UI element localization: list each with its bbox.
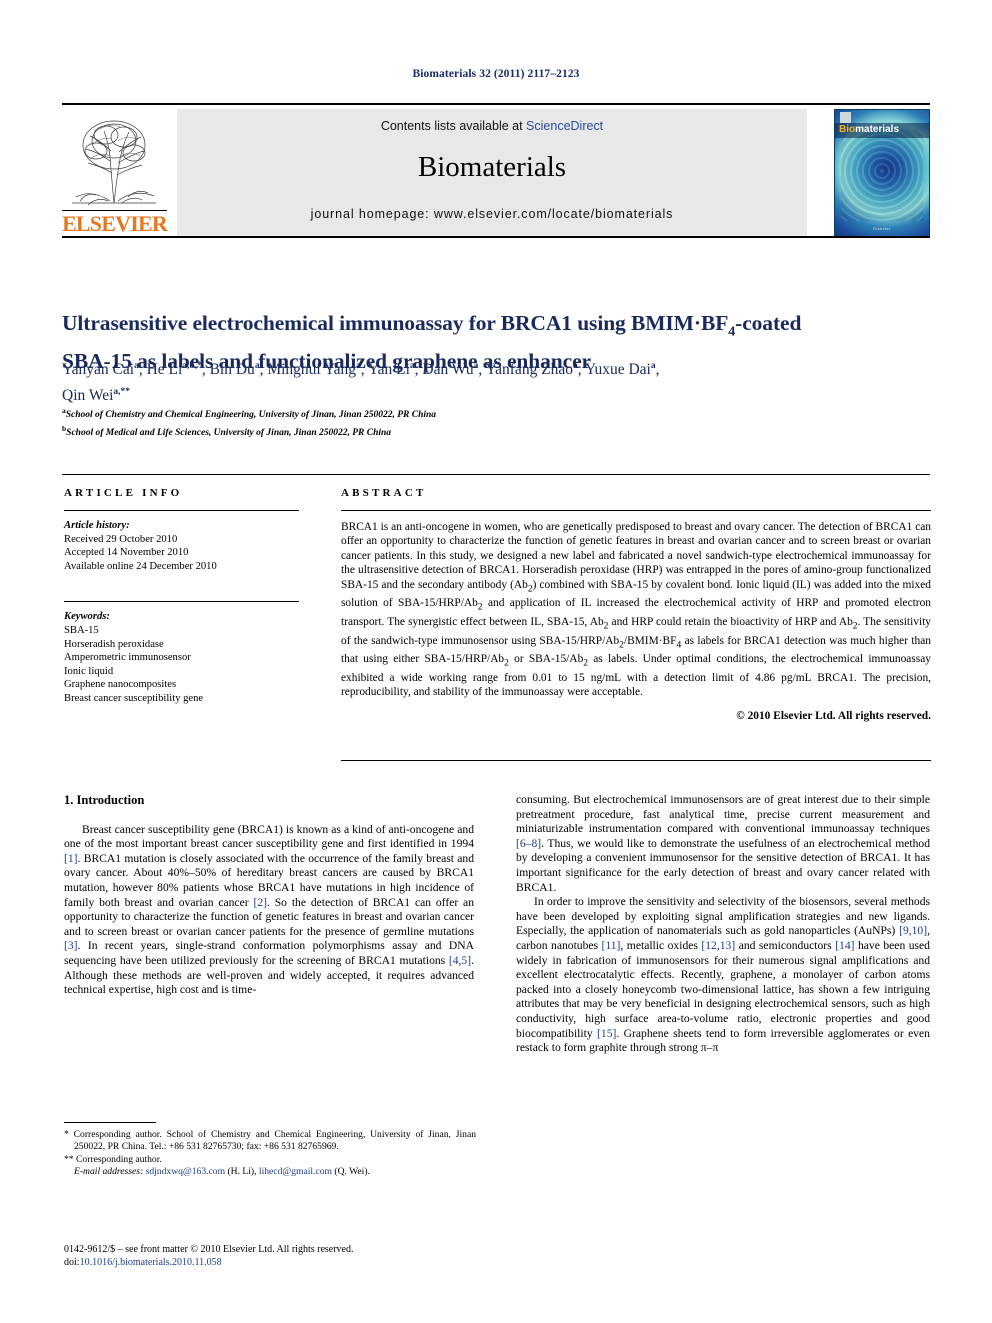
elsevier-logo: ELSEVIER <box>62 109 168 237</box>
body-column-right: consuming. But electrochemical immunosen… <box>516 793 930 1056</box>
keyword-item: Breast cancer susceptibility gene <box>64 692 204 704</box>
running-head: Biomaterials 32 (2011) 2117–2123 <box>412 68 580 80</box>
keyword-item: SBA-15 <box>64 624 99 636</box>
affiliation-b-text: School of Medical and Life Sciences, Uni… <box>66 428 392 439</box>
paragraph: consuming. But electrochemical immunosen… <box>516 793 930 894</box>
article-info-heading: ARTICLE INFO <box>64 487 183 499</box>
citation-ref[interactable]: [4,5] <box>449 954 471 967</box>
journal-homepage-link[interactable]: journal homepage: www.elsevier.com/locat… <box>177 207 807 221</box>
email-link-2[interactable]: lihecd@gmail.com <box>259 1166 332 1177</box>
abstract-text: BRCA1 is an anti-oncogene in women, who … <box>341 521 931 699</box>
citation-ref[interactable]: [12,13] <box>701 939 735 952</box>
affiliation-a-text: School of Chemistry and Chemical Enginee… <box>65 410 437 421</box>
title-part-1: Ultrasensitive electrochemical immunoass… <box>62 311 694 336</box>
citation-ref[interactable]: [3] <box>64 939 78 952</box>
body-column-left: 1. Introduction Breast cancer susceptibi… <box>64 793 474 998</box>
citation-ref[interactable]: [2] <box>253 896 267 909</box>
keyword-item: Graphene nanocomposites <box>64 679 177 691</box>
corresponding-author-note-1: * Corresponding author. School of Chemis… <box>64 1129 476 1153</box>
journal-cover-thumbnail: Biomaterials Elsevier <box>834 109 930 237</box>
keyword-item: Amperometric immunosensor <box>64 652 191 664</box>
issn-copyright-block: 0142-9612/$ – see front matter © 2010 El… <box>64 1243 564 1269</box>
info-top-rule <box>62 474 930 475</box>
email-person-1: (H. Li), <box>227 1166 257 1178</box>
article-history-label: Article history: <box>64 520 130 531</box>
paragraph: In order to improve the sensitivity and … <box>516 895 930 1055</box>
abstract-bottom-rule <box>341 760 931 761</box>
keyword-list: Keywords: SBA-15 Horseradish peroxidase … <box>64 610 319 705</box>
issn-line: 0142-9612/$ – see front matter © 2010 El… <box>64 1244 354 1255</box>
affiliation-a: aSchool of Chemistry and Chemical Engine… <box>62 406 437 421</box>
doi-line: doi:10.1016/j.biomaterials.2010.11.058 <box>64 1256 564 1269</box>
citation-ref[interactable]: [11] <box>602 939 621 952</box>
cover-wordmark-prefix: Bio <box>839 124 856 135</box>
paragraph: Breast cancer susceptibility gene (BRCA1… <box>64 822 475 997</box>
journal-masthead: ELSEVIER Contents lists available at Sci… <box>62 103 930 238</box>
keywords-label: Keywords: <box>64 611 110 623</box>
contents-prefix: Contents lists available at <box>380 119 527 133</box>
email-link-1[interactable]: sdjndxwq@163.com <box>146 1166 225 1177</box>
doi-link[interactable]: 10.1016/j.biomaterials.2010.11.058 <box>80 1257 222 1268</box>
citation-ref[interactable]: [14] <box>835 939 854 952</box>
section-heading-introduction: 1. Introduction <box>64 793 145 807</box>
title-part-2: BF <box>700 311 729 336</box>
corresponding-author-note-2: ** Corresponding author. <box>64 1153 162 1165</box>
keyword-item: Ionic liquid <box>64 665 114 677</box>
doi-label: doi: <box>64 1257 80 1268</box>
history-accepted: Accepted 14 November 2010 <box>64 547 189 559</box>
abstract-rule <box>341 510 931 511</box>
elsevier-tree-logo-icon <box>66 111 162 209</box>
journal-article-page: Biomaterials 32 (2011) 2117–2123 ELSEVIE… <box>0 0 992 1323</box>
article-info-column: ARTICLE INFO Article history: Received 2… <box>64 487 319 706</box>
history-online: Available online 24 December 2010 <box>64 560 217 572</box>
citation-ref[interactable]: [9,10] <box>899 924 927 937</box>
elsevier-wordmark: ELSEVIER <box>62 210 168 236</box>
email-addresses-line: E-mail addresses: sdjndxwq@163.com (H. L… <box>64 1166 476 1178</box>
email-person-2: (Q. Wei). <box>334 1166 370 1178</box>
journal-title: Biomaterials <box>417 151 567 183</box>
history-received: Received 29 October 2010 <box>64 533 178 545</box>
sciencedirect-banner: Contents lists available at ScienceDirec… <box>177 109 807 237</box>
cover-footer-text: Elsevier <box>873 226 891 231</box>
author-list: Yanyan Caia, He Lia,b,*, Bin Dua, Minghu… <box>62 361 660 405</box>
citation-ref[interactable]: [6–8] <box>516 837 541 850</box>
keyword-item: Horseradish peroxidase <box>64 638 164 650</box>
affiliation-list: aSchool of Chemistry and Chemical Engine… <box>62 404 930 440</box>
citation-ref[interactable]: [1] <box>64 852 78 865</box>
abstract-column: ABSTRACT BRCA1 is an anti-oncogene in wo… <box>341 487 931 722</box>
footnote-separator <box>64 1122 156 1123</box>
contents-list-line: Contents lists available at ScienceDirec… <box>177 119 807 133</box>
cover-emblem-icon <box>840 112 851 123</box>
title-part-3: -coated <box>735 311 802 336</box>
sciencedirect-link[interactable]: ScienceDirect <box>526 119 603 133</box>
abstract-heading: ABSTRACT <box>341 487 427 499</box>
article-info-rule-1 <box>64 510 299 511</box>
title-separator-rule <box>62 236 930 238</box>
article-info-rule-2 <box>64 601 299 603</box>
article-history: Article history: Received 29 October 201… <box>64 519 319 573</box>
citation-ref[interactable]: [15] <box>597 1027 616 1040</box>
cover-wordmark-suffix: materials <box>855 124 900 135</box>
affiliation-b: bSchool of Medical and Life Sciences, Un… <box>62 424 392 439</box>
cover-rings-pattern <box>840 130 924 221</box>
footnote-block: * Corresponding author. School of Chemis… <box>64 1129 476 1179</box>
abstract-copyright: © 2010 Elsevier Ltd. All rights reserved… <box>736 709 931 722</box>
email-label: E-mail addresses: <box>74 1166 144 1178</box>
cover-wordmark: Biomaterials <box>839 124 899 135</box>
